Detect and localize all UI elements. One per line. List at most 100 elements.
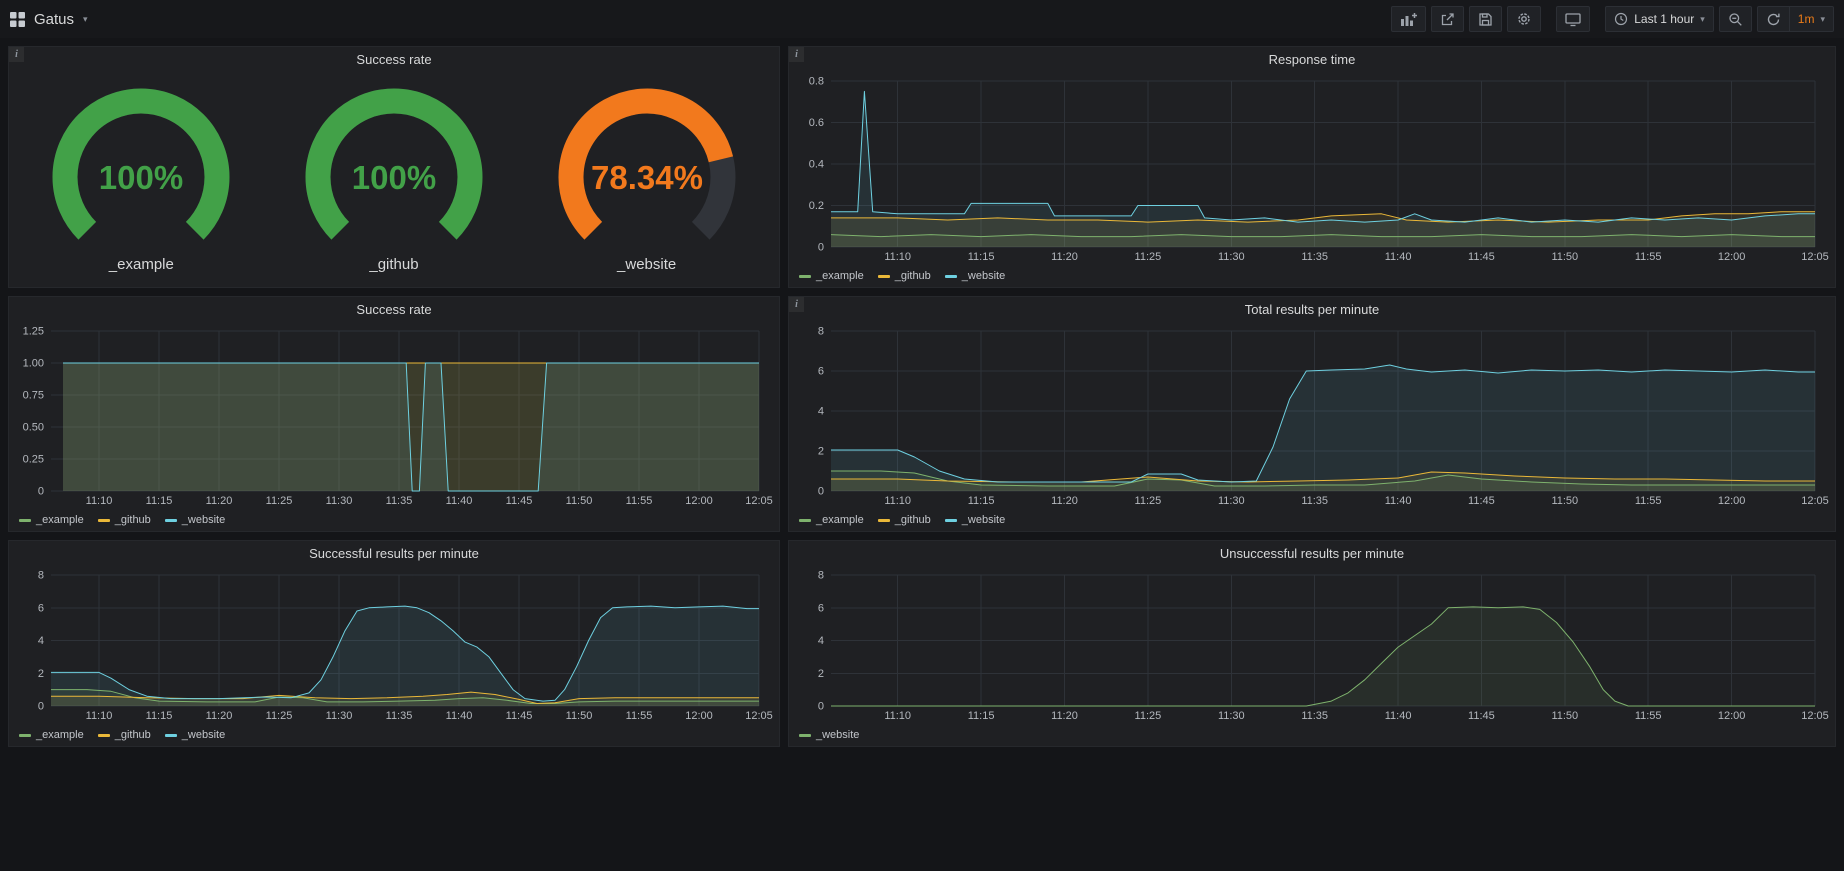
chart-svg[interactable]: 00.20.40.60.811:1011:1511:2011:2511:3011… xyxy=(795,73,1829,265)
panel-title[interactable]: Success rate xyxy=(9,297,779,323)
legend-item[interactable]: _website xyxy=(945,514,1005,526)
legend-item[interactable]: _website xyxy=(945,270,1005,282)
svg-text:11:40: 11:40 xyxy=(1385,710,1412,722)
legend-swatch-icon xyxy=(878,275,890,278)
chart-svg[interactable]: 0246811:1011:1511:2011:2511:3011:3511:40… xyxy=(795,323,1829,509)
svg-text:11:30: 11:30 xyxy=(1218,710,1245,722)
legend-item[interactable]: _website xyxy=(165,729,225,741)
svg-text:0.25: 0.25 xyxy=(23,454,44,466)
legend: _example _github _website xyxy=(789,265,1835,287)
legend-series-name: _github xyxy=(115,514,151,526)
svg-text:11:55: 11:55 xyxy=(626,710,653,722)
gear-icon xyxy=(1516,11,1532,27)
svg-text:12:00: 12:00 xyxy=(1718,251,1746,263)
svg-text:4: 4 xyxy=(818,406,824,418)
svg-text:2: 2 xyxy=(38,668,44,680)
legend-swatch-icon xyxy=(165,734,177,737)
gauge: 100% _example xyxy=(23,83,259,273)
svg-text:6: 6 xyxy=(818,366,824,378)
svg-text:11:25: 11:25 xyxy=(266,495,293,507)
legend-item[interactable]: _website xyxy=(165,514,225,526)
refresh-dashboard-button[interactable] xyxy=(1757,6,1790,32)
svg-text:11:50: 11:50 xyxy=(566,710,593,722)
cycle-view-mode-button[interactable] xyxy=(1556,6,1590,32)
svg-text:11:45: 11:45 xyxy=(506,710,533,722)
chart-svg[interactable]: 00.250.500.751.001.2511:1011:1511:2011:2… xyxy=(15,323,773,509)
dashboard-title[interactable]: Gatus xyxy=(34,11,74,28)
panel-title[interactable]: Successful results per minute xyxy=(9,541,779,567)
gauge: 78.34% _website xyxy=(529,83,765,273)
svg-text:11:55: 11:55 xyxy=(626,495,653,507)
legend-item[interactable]: _github xyxy=(878,514,931,526)
svg-text:8: 8 xyxy=(818,570,824,582)
time-range-picker-button[interactable]: Last 1 hour ▾ xyxy=(1605,6,1714,32)
share-dashboard-button[interactable] xyxy=(1431,6,1464,32)
add-panel-button[interactable] xyxy=(1391,6,1426,32)
svg-text:11:40: 11:40 xyxy=(446,495,473,507)
dashboard-settings-button[interactable] xyxy=(1507,6,1541,32)
legend-series-name: _website xyxy=(182,729,225,741)
legend: _example _github _website xyxy=(9,724,779,746)
legend-series-name: _website xyxy=(962,270,1005,282)
svg-text:0: 0 xyxy=(38,486,44,498)
chart-svg[interactable]: 0246811:1011:1511:2011:2511:3011:3511:40… xyxy=(15,567,773,724)
legend-item[interactable]: _github xyxy=(98,729,151,741)
svg-text:11:45: 11:45 xyxy=(1468,495,1495,507)
svg-text:11:55: 11:55 xyxy=(1635,710,1662,722)
svg-text:12:05: 12:05 xyxy=(745,495,773,507)
legend-item[interactable]: _website xyxy=(799,729,859,741)
legend-swatch-icon xyxy=(799,734,811,737)
gauge-value: 100% xyxy=(99,159,183,196)
legend-swatch-icon xyxy=(165,519,177,522)
gauge-label: _example xyxy=(109,256,174,273)
legend-swatch-icon xyxy=(878,519,890,522)
dashboard-dropdown-caret-icon[interactable]: ▾ xyxy=(83,15,88,24)
svg-text:2: 2 xyxy=(818,668,824,680)
legend-item[interactable]: _github xyxy=(878,270,931,282)
panel-title[interactable]: Response time xyxy=(789,47,1835,73)
time-range-caret-icon: ▾ xyxy=(1700,15,1705,24)
panel-title[interactable]: Unsuccessful results per minute xyxy=(789,541,1835,567)
dashboard-title-menu[interactable]: Gatus ▾ xyxy=(10,11,88,28)
legend-item[interactable]: _example xyxy=(19,729,84,741)
panel-title[interactable]: Success rate xyxy=(9,47,779,73)
legend-item[interactable]: _github xyxy=(98,514,151,526)
svg-text:11:30: 11:30 xyxy=(326,710,353,722)
refresh-interval-dropdown[interactable]: 1m ▾ xyxy=(1789,6,1834,32)
svg-text:11:45: 11:45 xyxy=(1468,251,1495,263)
panel-info-icon[interactable]: i xyxy=(789,47,804,62)
legend: _website xyxy=(789,724,1835,746)
svg-text:12:05: 12:05 xyxy=(1801,710,1829,722)
legend-series-name: _github xyxy=(895,514,931,526)
panel-title[interactable]: Total results per minute xyxy=(789,297,1835,323)
grafana-apps-grid-icon[interactable] xyxy=(10,12,25,27)
svg-text:11:20: 11:20 xyxy=(206,710,233,722)
refresh-button-group: 1m ▾ xyxy=(1757,6,1834,32)
legend-item[interactable]: _example xyxy=(799,270,864,282)
svg-text:11:40: 11:40 xyxy=(1385,251,1412,263)
legend-item[interactable]: _example xyxy=(19,514,84,526)
svg-text:0: 0 xyxy=(38,701,44,713)
legend-series-name: _website xyxy=(962,514,1005,526)
legend-series-name: _website xyxy=(182,514,225,526)
navbar-actions: Last 1 hour ▾ 1m ▾ xyxy=(1386,6,1834,32)
legend-item[interactable]: _example xyxy=(799,514,864,526)
svg-text:11:35: 11:35 xyxy=(1301,251,1328,263)
chart-svg[interactable]: 0246811:1011:1511:2011:2511:3011:3511:40… xyxy=(795,567,1829,724)
svg-text:11:10: 11:10 xyxy=(884,251,911,263)
refresh-icon xyxy=(1766,12,1781,27)
zoom-out-time-button[interactable] xyxy=(1719,6,1752,32)
save-dashboard-button[interactable] xyxy=(1469,6,1502,32)
add-panel-icon xyxy=(1400,12,1417,27)
gauge-row-container: 100% _example 100% _github 78.34% _websi… xyxy=(15,73,773,287)
svg-text:6: 6 xyxy=(38,602,44,614)
svg-text:11:20: 11:20 xyxy=(1051,495,1078,507)
legend-swatch-icon xyxy=(19,734,31,737)
svg-text:0: 0 xyxy=(818,486,824,498)
legend-swatch-icon xyxy=(19,519,31,522)
legend-swatch-icon xyxy=(945,275,957,278)
svg-text:11:50: 11:50 xyxy=(1551,251,1578,263)
panel-info-icon[interactable]: i xyxy=(9,47,24,62)
panel-info-icon[interactable]: i xyxy=(789,297,804,312)
svg-text:11:25: 11:25 xyxy=(266,710,293,722)
